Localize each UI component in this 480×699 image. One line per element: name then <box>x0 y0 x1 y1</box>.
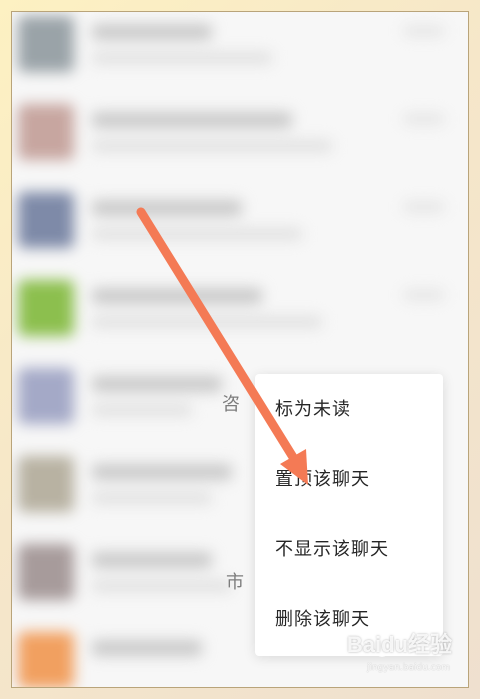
avatar <box>18 280 74 336</box>
menu-item-label: 不显示该聊天 <box>275 539 389 560</box>
chat-context-menu: 标为未读 置顶该聊天 不显示该聊天 删除该聊天 <box>255 374 443 656</box>
peek-text: 咨 <box>222 394 240 415</box>
watermark-brand: Baidu经验 <box>346 632 452 657</box>
menu-item-pin-chat[interactable]: 置顶该聊天 <box>255 444 443 512</box>
chat-row[interactable] <box>12 178 468 266</box>
menu-item-hide-chat[interactable]: 不显示该聊天 <box>255 514 443 582</box>
watermark: Baidu经验 jingyan.baidu.com <box>328 632 468 687</box>
avatar <box>18 368 74 424</box>
avatar <box>18 632 74 687</box>
screenshot-frame: 咨 市 标为未读 置顶该聊天 不显示该聊天 删除该聊天 <box>0 0 480 699</box>
menu-item-label: 标为未读 <box>275 399 351 420</box>
avatar <box>18 192 74 248</box>
phone-screen: 咨 市 标为未读 置顶该聊天 不显示该聊天 删除该聊天 <box>11 11 469 688</box>
avatar <box>18 456 74 512</box>
chat-row[interactable] <box>12 266 468 354</box>
menu-item-mark-unread[interactable]: 标为未读 <box>255 374 443 442</box>
chat-row[interactable] <box>12 90 468 178</box>
peek-text: 市 <box>226 572 244 593</box>
chat-row[interactable] <box>12 12 468 90</box>
menu-item-label: 置顶该聊天 <box>275 469 370 490</box>
watermark-url: jingyan.baidu.com <box>366 663 450 673</box>
avatar <box>18 104 74 160</box>
avatar <box>18 544 74 600</box>
avatar <box>18 16 74 72</box>
